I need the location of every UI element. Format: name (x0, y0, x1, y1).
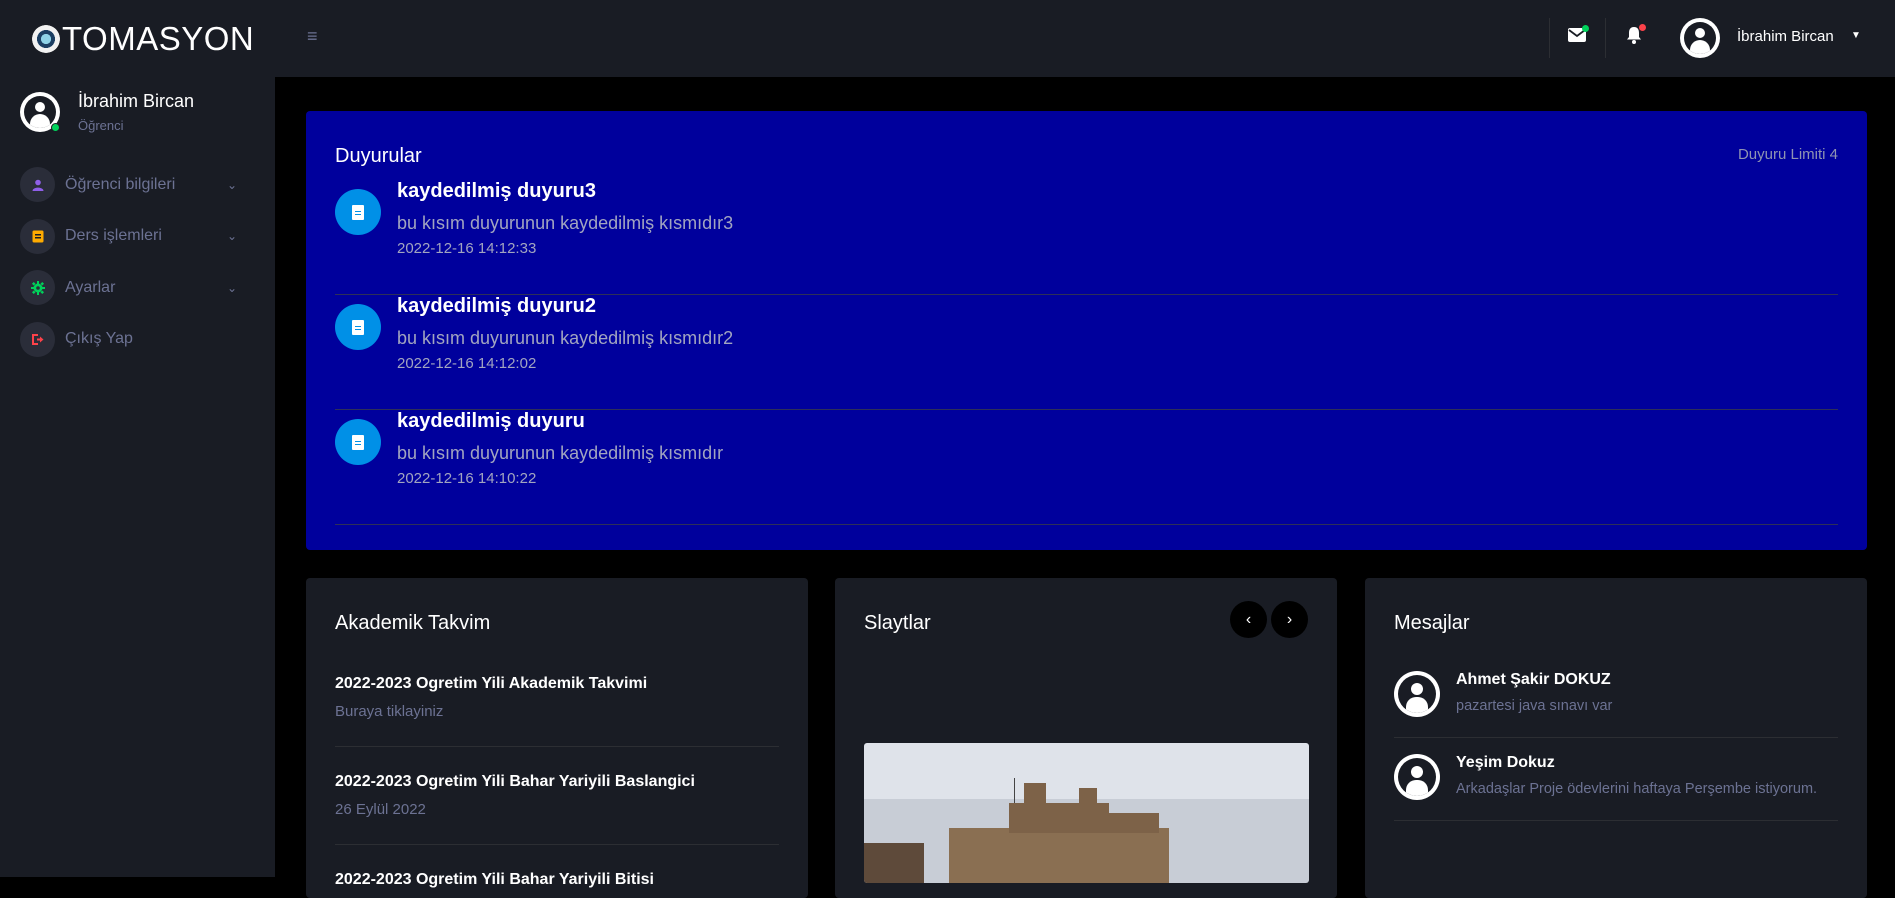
document-icon (335, 304, 381, 350)
chevron-down-icon: ⌄ (226, 280, 237, 295)
online-status-dot (51, 123, 60, 132)
announcement-date: 2022-12-16 14:12:02 (397, 355, 537, 372)
announcement-item[interactable]: kaydedilmiş duyuru2 bu kısım duyurunun k… (335, 295, 1838, 410)
user-icon (24, 96, 56, 128)
card-title: Mesajlar (1394, 612, 1470, 634)
announcement-title: kaydedilmiş duyuru2 (397, 295, 596, 317)
avatar[interactable] (1680, 18, 1720, 58)
book-icon (20, 218, 55, 254)
user-icon (1398, 675, 1436, 713)
messages-card: Mesajlar Ahmet Şakir DOKUZ pazartesi jav… (1365, 578, 1867, 898)
chevron-down-icon: ⌄ (226, 177, 237, 192)
account-icon (20, 167, 55, 203)
profile-name: İbrahim Bircan (78, 91, 195, 111)
sidebar-nav: Öğrenci bilgileri ⌄ Ders işlemleri ⌄ Aya… (0, 159, 275, 365)
announcement-date: 2022-12-16 14:10:22 (397, 470, 537, 487)
avatar (20, 92, 60, 132)
profile-role: Öğrenci (78, 118, 124, 133)
sidebar-item-cikis-yap[interactable]: Çıkış Yap (0, 314, 275, 366)
calendar-item[interactable]: 2022-2023 Ogretim Yili Bahar Yariyili Ba… (335, 773, 779, 845)
sidebar-profile: İbrahim Bircan Öğrenci (0, 77, 275, 137)
brand[interactable]: TOMASYON (0, 0, 275, 77)
document-icon (335, 419, 381, 465)
message-text: pazartesi java sınavı var (1456, 698, 1613, 714)
announcement-text: bu kısım duyurunun kaydedilmiş kısmıdır (397, 443, 724, 463)
user-icon (1684, 22, 1716, 54)
message-item[interactable]: Yeşim Dokuz Arkadaşlar Proje ödevlerini … (1394, 754, 1838, 821)
brand-name: TOMASYON (62, 19, 255, 57)
announcement-date: 2022-12-16 14:12:33 (397, 240, 537, 257)
calendar-item[interactable]: 2022-2023 Ogretim Yili Bahar Yariyili Bi… (335, 871, 779, 889)
calendar-item-link[interactable]: Buraya tiklayiniz (335, 703, 779, 720)
message-item[interactable]: Ahmet Şakir DOKUZ pazartesi java sınavı … (1394, 671, 1838, 738)
announcement-text: bu kısım duyurunun kaydedilmiş kısmıdır3 (397, 213, 734, 233)
top-user-name[interactable]: İbrahim Bircan (1737, 28, 1834, 45)
menu-icon[interactable]: ≡ (307, 26, 318, 47)
caret-down-icon[interactable]: ▼ (1851, 30, 1861, 41)
calendar-item-title: 2022-2023 Ogretim Yili Bahar Yariyili Ba… (335, 773, 695, 790)
announcement-item[interactable]: kaydedilmiş duyuru bu kısım duyurunun ka… (335, 410, 1838, 525)
announcement-text: bu kısım duyurunun kaydedilmiş kısmıdır2 (397, 328, 734, 348)
avatar (1394, 754, 1440, 800)
topbar: ≡ İbrahim Bircan ▼ (275, 0, 1895, 77)
calendar-card: Akademik Takvim 2022-2023 Ogretim Yili A… (306, 578, 808, 898)
announcement-title: kaydedilmiş duyuru3 (397, 180, 596, 202)
chevron-left-icon[interactable]: ‹ (1230, 601, 1267, 638)
announcement-list: kaydedilmiş duyuru3 bu kısım duyurunun k… (335, 180, 1838, 525)
card-title: Duyurular (335, 145, 422, 167)
calendar-item-title: 2022-2023 Ogretim Yili Akademik Takvimi (335, 675, 648, 692)
mail-badge (1582, 25, 1589, 32)
calendar-item-date: 26 Eylül 2022 (335, 801, 426, 818)
card-title: Akademik Takvim (335, 612, 491, 634)
announcements-card: Duyurular Duyuru Limiti 4 kaydedilmiş du… (306, 111, 1867, 550)
logout-icon (20, 321, 55, 357)
announcement-item[interactable]: kaydedilmiş duyuru3 bu kısım duyurunun k… (335, 180, 1838, 295)
calendar-item[interactable]: 2022-2023 Ogretim Yili Akademik Takvimi … (335, 675, 779, 747)
slide-image (864, 743, 1309, 883)
slides-card: Slaytlar ‹ › (835, 578, 1337, 898)
sidebar-item-label: Ayarlar (65, 278, 116, 296)
divider (1605, 18, 1606, 58)
gear-icon (20, 270, 55, 306)
notification-badge (1639, 24, 1646, 31)
chevron-down-icon: ⌄ (226, 229, 237, 244)
sidebar-item-ogrenci-bilgileri[interactable]: Öğrenci bilgileri ⌄ (0, 159, 275, 211)
sidebar-item-ayarlar[interactable]: Ayarlar ⌄ (0, 262, 275, 314)
message-sender: Ahmet Şakir DOKUZ (1456, 671, 1611, 688)
sidebar-item-label: Ders işlemleri (65, 227, 162, 245)
announcement-title: kaydedilmiş duyuru (397, 410, 585, 432)
sidebar: TOMASYON İbrahim Bircan Öğrenci Öğrenci … (0, 0, 275, 877)
message-sender: Yeşim Dokuz (1456, 754, 1555, 771)
announcement-limit: Duyuru Limiti 4 (1737, 146, 1838, 163)
message-text: Arkadaşlar Proje ödevlerini haftaya Perş… (1456, 781, 1818, 797)
user-icon (1398, 758, 1436, 796)
calendar-item-title: 2022-2023 Ogretim Yili Bahar Yariyili Bi… (335, 871, 654, 888)
sidebar-item-label: Öğrenci bilgileri (65, 175, 176, 193)
document-icon (335, 189, 381, 235)
sidebar-item-label: Çıkış Yap (65, 330, 133, 348)
avatar (1394, 671, 1440, 717)
sidebar-item-ders-islemleri[interactable]: Ders işlemleri ⌄ (0, 211, 275, 263)
logo-icon (32, 24, 60, 53)
divider (1549, 18, 1550, 58)
chevron-right-icon[interactable]: › (1271, 601, 1308, 638)
